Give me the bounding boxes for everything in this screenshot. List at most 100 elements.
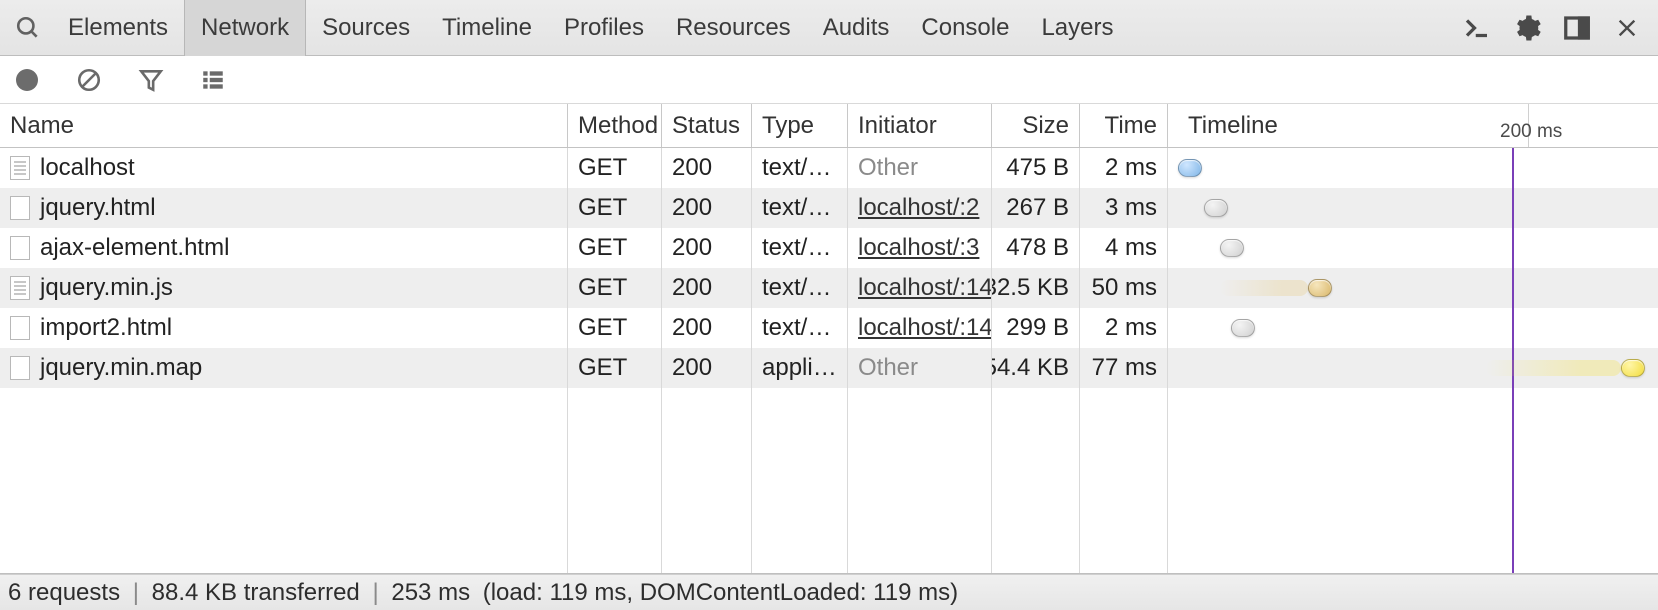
initiator-link[interactable]: localhost/:3 <box>858 234 979 262</box>
cell-size: 478 B <box>992 228 1080 268</box>
table-row[interactable]: localhostGET200text/… Other 475 B2 ms <box>0 148 1658 188</box>
tabbar-right-icons <box>1458 9 1650 47</box>
cell-type: text/… <box>752 268 848 308</box>
devtools-tabbar: ElementsNetworkSourcesTimelineProfilesRe… <box>0 0 1658 56</box>
cell-status: 200 <box>662 188 752 228</box>
clear-icon[interactable] <box>72 63 106 97</box>
cell-size: 475 B <box>992 148 1080 188</box>
tab-console[interactable]: Console <box>905 0 1025 56</box>
cell-timeline <box>1168 268 1658 308</box>
col-timeline[interactable]: Timeline 200 ms <box>1168 104 1658 147</box>
timeline-bubble <box>1204 199 1228 217</box>
tab-elements[interactable]: Elements <box>52 0 184 56</box>
cell-type: text/… <box>752 148 848 188</box>
cell-name: localhost <box>0 148 568 188</box>
cell-name: import2.html <box>0 308 568 348</box>
tab-profiles[interactable]: Profiles <box>548 0 660 56</box>
initiator-link[interactable]: localhost/:14 <box>858 274 992 302</box>
timeline-label: Timeline <box>1188 112 1278 140</box>
timeline-bubble <box>1231 319 1255 337</box>
settings-gear-icon[interactable] <box>1508 9 1546 47</box>
file-name: ajax-element.html <box>40 234 229 262</box>
cell-initiator: localhost/:2 <box>848 188 992 228</box>
cell-timeline <box>1168 228 1658 268</box>
close-icon[interactable] <box>1608 9 1646 47</box>
status-transferred: 88.4 KB transferred <box>152 579 360 606</box>
cell-name: jquery.min.js <box>0 268 568 308</box>
file-icon <box>10 356 30 380</box>
cell-type: text/… <box>752 228 848 268</box>
cell-name: jquery.min.map <box>0 348 568 388</box>
cell-time: 2 ms <box>1080 148 1168 188</box>
col-name[interactable]: Name <box>0 104 568 147</box>
cell-timeline <box>1168 348 1658 388</box>
file-icon <box>10 156 30 180</box>
tab-layers[interactable]: Layers <box>1025 0 1129 56</box>
timeline-bubble <box>1621 359 1645 377</box>
network-toolbar <box>0 56 1658 104</box>
col-time[interactable]: Time <box>1080 104 1168 147</box>
cell-initiator: Other <box>848 148 992 188</box>
cell-method: GET <box>568 268 662 308</box>
tab-timeline[interactable]: Timeline <box>426 0 548 56</box>
cell-size: 299 B <box>992 308 1080 348</box>
overview-icon[interactable] <box>196 63 230 97</box>
record-icon[interactable] <box>10 63 44 97</box>
timeline-tick-label: 200 ms <box>1500 121 1562 143</box>
table-row[interactable]: import2.html GET200text/… localhost/:14299… <box>0 308 1658 348</box>
cell-timeline <box>1168 148 1658 188</box>
cell-type: text/… <box>752 308 848 348</box>
cell-timeline <box>1168 308 1658 348</box>
filter-icon[interactable] <box>134 63 168 97</box>
cell-size: 267 B <box>992 188 1080 228</box>
file-icon <box>10 276 30 300</box>
cell-type: text/… <box>752 188 848 228</box>
table-row[interactable]: jquery.min.jsGET200text/…localhost/:1432… <box>0 268 1658 308</box>
initiator-link[interactable]: localhost/:2 <box>858 194 979 222</box>
tab-audits[interactable]: Audits <box>807 0 906 56</box>
cell-status: 200 <box>662 348 752 388</box>
cell-method: GET <box>568 228 662 268</box>
table-row[interactable]: jquery.min.map GET200appli… Other 54.4 KB77… <box>0 348 1658 388</box>
table-row[interactable]: jquery.htmlGET200text/… localhost/:2 267 B… <box>0 188 1658 228</box>
status-bar: 6 requests | 88.4 KB transferred | 253 m… <box>0 574 1658 610</box>
cell-initiator: localhost/:14 <box>848 308 992 348</box>
console-drawer-icon[interactable] <box>1458 9 1496 47</box>
tab-network[interactable]: Network <box>184 0 306 56</box>
file-icon <box>10 236 30 260</box>
cell-status: 200 <box>662 268 752 308</box>
cell-status: 200 <box>662 148 752 188</box>
grid-header: Name Method Status Type Initiator Size T… <box>0 104 1658 148</box>
cell-status: 200 <box>662 228 752 268</box>
initiator-link[interactable]: localhost/:14 <box>858 314 992 342</box>
timeline-bubble <box>1220 239 1244 257</box>
cell-method: GET <box>568 348 662 388</box>
search-icon[interactable] <box>4 15 52 41</box>
cell-time: 4 ms <box>1080 228 1168 268</box>
cell-method: GET <box>568 148 662 188</box>
file-name: jquery.min.map <box>40 354 202 382</box>
file-name: jquery.min.js <box>40 274 173 302</box>
table-row[interactable]: ajax-element.html GET200text/… localhost/:… <box>0 228 1658 268</box>
cell-time: 77 ms <box>1080 348 1168 388</box>
dock-side-icon[interactable] <box>1558 9 1596 47</box>
cell-status: 200 <box>662 308 752 348</box>
col-status[interactable]: Status <box>662 104 752 147</box>
tab-resources[interactable]: Resources <box>660 0 807 56</box>
file-name: import2.html <box>40 314 172 342</box>
col-method[interactable]: Method <box>568 104 662 147</box>
initiator-text: Other <box>858 354 918 382</box>
cell-name: jquery.html <box>0 188 568 228</box>
cell-type: appli… <box>752 348 848 388</box>
cell-name: ajax-element.html <box>0 228 568 268</box>
cell-method: GET <box>568 308 662 348</box>
cell-size: 54.4 KB <box>992 348 1080 388</box>
timeline-bubble <box>1178 159 1202 177</box>
col-size[interactable]: Size <box>992 104 1080 147</box>
col-type[interactable]: Type <box>752 104 848 147</box>
initiator-text: Other <box>858 154 918 182</box>
col-initiator[interactable]: Initiator <box>848 104 992 147</box>
tab-sources[interactable]: Sources <box>306 0 426 56</box>
tabbar-tabs: ElementsNetworkSourcesTimelineProfilesRe… <box>4 0 1458 56</box>
cell-method: GET <box>568 188 662 228</box>
